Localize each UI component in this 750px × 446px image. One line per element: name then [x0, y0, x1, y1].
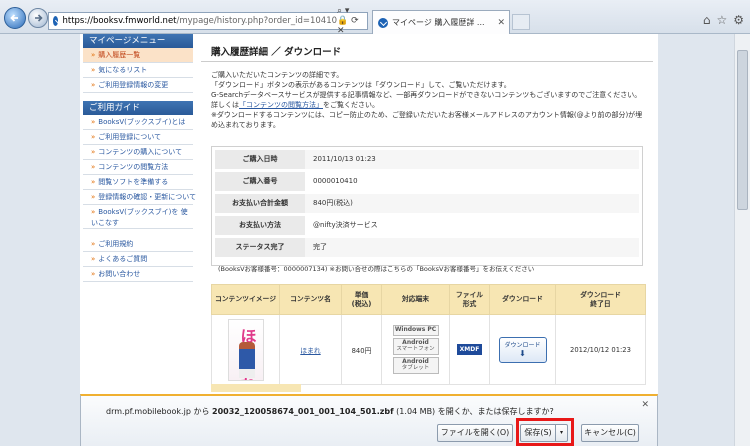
sidebar-item-purchase-guide[interactable]: コンテンツの購入について	[83, 145, 193, 160]
table-row: ほまれ ほまれ 840円 Windows PC Androidスマートフォン A…	[211, 314, 646, 385]
save-highlight-box	[516, 418, 574, 446]
sidebar: マイページメニュー 購入履歴一覧 気になるリスト ご利用登録情報の変更 ご利用ガ…	[83, 34, 196, 282]
address-controls-icon[interactable]: ⌕ ▾ 🔒 ⟳ ✕	[337, 6, 363, 36]
main-area: 購入履歴詳細 ／ ダウンロード ご購入いただいたコンテンツの詳細です。 「ダウン…	[201, 34, 653, 385]
new-tab-button[interactable]	[512, 14, 530, 30]
vertical-scrollbar[interactable]	[734, 34, 750, 446]
download-button[interactable]: ダウンロード ⬇	[498, 336, 547, 363]
settings-gear-icon[interactable]: ⚙	[733, 13, 744, 27]
url-text: https://booksv.fmworld.net/mypage/histor…	[62, 16, 338, 26]
sidebar-item-faq[interactable]: よくあるご質問	[83, 252, 193, 267]
th-end-date: ダウンロード 終了日	[555, 284, 646, 315]
notification-close-icon[interactable]: ✕	[641, 400, 649, 410]
sidebar-item-registration[interactable]: ご利用登録について	[83, 130, 193, 145]
sidebar-item-purchase-history[interactable]: 購入履歴一覧	[83, 48, 193, 63]
intro-text: ご購入いただいたコンテンツの詳細です。 「ダウンロード」ボタンの表示があるコンテ…	[211, 71, 643, 129]
download-notification-bar: drm.pf.mobilebook.jp から 20032_120058674_…	[80, 394, 658, 446]
order-row: ご購入番号 0000010410	[215, 172, 639, 191]
customer-number-note: (BooksVお客様番号：0000007134) ※お問い合せの際はこちらの「B…	[218, 265, 535, 273]
download-message: drm.pf.mobilebook.jp から 20032_120058674_…	[106, 407, 554, 416]
order-row: お支払い方法 @nifty決済サービス	[215, 216, 639, 235]
forward-button[interactable]	[28, 8, 48, 28]
open-file-button[interactable]: ファイルを開く(O)	[437, 424, 513, 442]
scrollbar-thumb[interactable]	[737, 50, 748, 210]
download-table: コンテンツイメージ コンテンツ名 単価 (税込) 対応端末 ファイル 形式 ダウ…	[211, 284, 646, 385]
forward-arrow-icon	[35, 14, 43, 22]
download-arrow-icon: ⬇	[519, 348, 526, 358]
end-date-cell: 2012/10/12 01:23	[555, 314, 646, 385]
back-arrow-icon	[10, 14, 18, 22]
th-download: ダウンロード	[489, 284, 556, 315]
site-favicon-icon	[53, 16, 59, 26]
browser-tools: ⌂ ☆ ⚙	[703, 13, 744, 27]
order-row: ステータス完了 完了	[215, 238, 639, 257]
sidebar-item-update-info[interactable]: 登録情報の確認・更新について	[83, 190, 196, 205]
device-windows-badge: Windows PC	[392, 325, 439, 336]
th-format: ファイル 形式	[449, 284, 490, 315]
tab-title: マイページ 購入履歴詳 ...	[392, 18, 485, 27]
page-viewport: マイページメニュー 購入履歴一覧 気になるリスト ご利用登録情報の変更 ご利用ガ…	[0, 34, 750, 446]
price-cell: 840円	[341, 314, 382, 385]
sidebar-item-usage[interactable]: BooksV(ブックスブイ)を 使いこなす	[83, 205, 193, 229]
mypage-menu-heading: マイページメニュー	[83, 34, 193, 48]
device-android-tablet-badge: Android タブレット	[392, 356, 439, 374]
viewing-guide-link[interactable]: 「コンテンツの閲覧方法」	[239, 101, 323, 109]
sidebar-item-about[interactable]: BooksV(ブックスブイ)とは	[83, 115, 193, 130]
tab-favicon-icon	[378, 17, 388, 28]
sidebar-item-software[interactable]: 閲覧ソフトを準備する	[83, 175, 193, 190]
device-android-phone-badge: Android スマートフォン	[392, 337, 439, 355]
total-row-partial	[211, 384, 301, 392]
back-button[interactable]	[4, 7, 26, 29]
cover-image[interactable]: ほまれ	[227, 318, 264, 381]
sidebar-item-account-change[interactable]: ご利用登録情報の変更	[83, 78, 193, 93]
home-icon[interactable]: ⌂	[703, 13, 711, 27]
cancel-button[interactable]: キャンセル(C)	[581, 424, 639, 442]
format-badge: XMDF	[456, 344, 483, 355]
sidebar-item-contact[interactable]: お問い合わせ	[83, 267, 193, 282]
order-row: ご購入日時 2011/10/13 01:23	[215, 150, 639, 169]
order-row: お支払い合計金額 840円(税込)	[215, 194, 639, 213]
th-devices: 対応端末	[381, 284, 450, 315]
page-title: 購入履歴詳細 ／ ダウンロード	[201, 34, 653, 62]
sidebar-item-terms[interactable]: ご利用規約	[83, 237, 193, 252]
guide-heading: ご利用ガイド	[83, 101, 193, 115]
address-bar[interactable]: https://booksv.fmworld.net/mypage/histor…	[48, 6, 368, 36]
sidebar-item-wishlist[interactable]: 気になるリスト	[83, 63, 193, 78]
th-title: コンテンツ名	[279, 284, 342, 315]
favorites-star-icon[interactable]: ☆	[716, 13, 727, 27]
content-title-link[interactable]: ほまれ	[300, 347, 320, 355]
th-price: 単価 (税込)	[341, 284, 382, 315]
browser-chrome: https://booksv.fmworld.net/mypage/histor…	[0, 0, 750, 36]
th-image: コンテンツイメージ	[211, 284, 280, 315]
order-info-box: ご購入日時 2011/10/13 01:23 ご購入番号 0000010410 お支…	[211, 146, 643, 273]
browser-tab[interactable]: マイページ 購入履歴詳 ... ✕	[372, 10, 510, 34]
tab-close-icon[interactable]: ✕	[497, 18, 505, 28]
sidebar-item-viewing[interactable]: コンテンツの閲覧方法	[83, 160, 193, 175]
